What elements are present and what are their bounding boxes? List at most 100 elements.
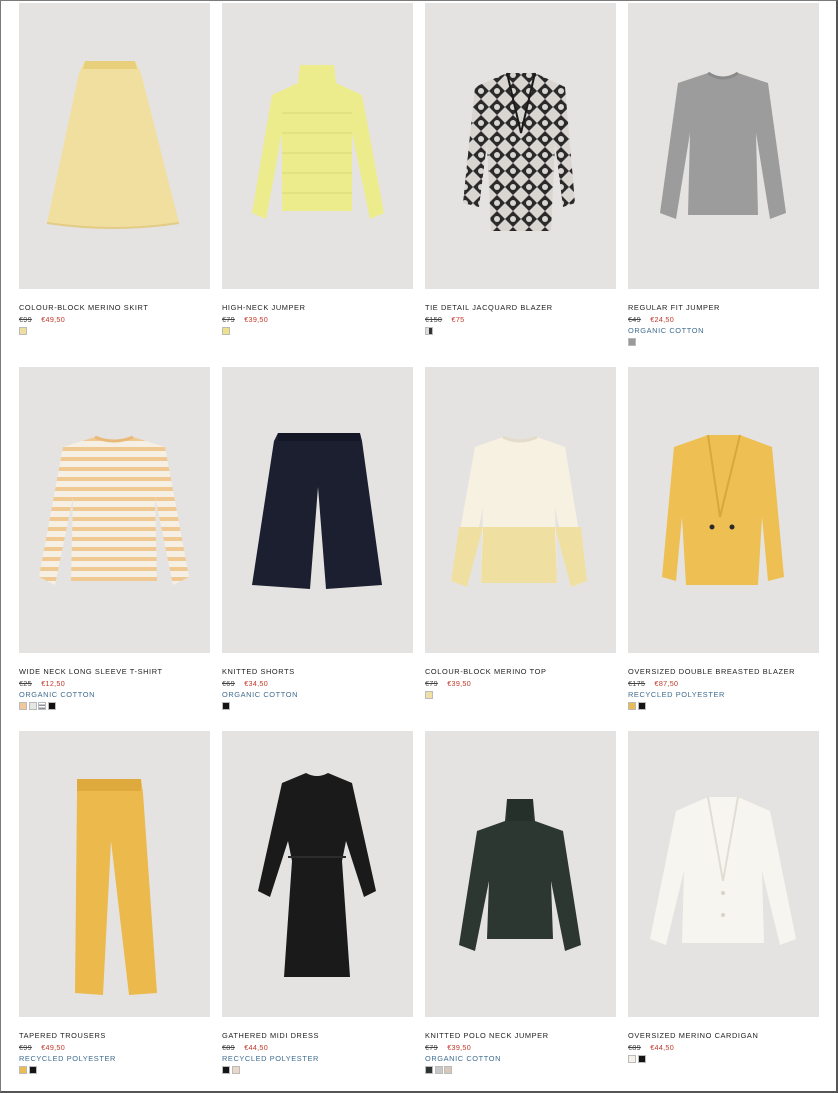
blazer-icon — [463, 72, 575, 231]
color-swatches — [222, 702, 413, 710]
sale-price: €39,50 — [244, 315, 269, 324]
color-swatch[interactable] — [444, 1066, 452, 1074]
color-swatch[interactable] — [231, 1066, 240, 1074]
product-image[interactable] — [628, 367, 819, 653]
shorts-icon — [252, 433, 382, 589]
color-swatches — [628, 338, 819, 346]
color-swatch[interactable] — [28, 702, 37, 710]
color-swatches — [19, 1066, 210, 1074]
price-row: €79 €39,50 — [425, 1043, 616, 1052]
product-name[interactable]: WIDE NECK LONG SLEEVE T-SHIRT — [19, 667, 210, 676]
sale-price: €87,50 — [654, 679, 679, 688]
product-card[interactable]: TAPERED TROUSERS €99 €49,50 RECYCLED POL… — [19, 731, 210, 1074]
product-image[interactable] — [628, 731, 819, 1017]
material-tag[interactable]: RECYCLED POLYESTER — [628, 690, 819, 699]
price-row: €150 €75 — [425, 315, 616, 324]
material-tag[interactable]: ORGANIC COTTON — [628, 326, 819, 335]
product-card[interactable]: COLOUR-BLOCK MERINO SKIRT €99 €49,50 — [19, 3, 210, 335]
color-swatches — [425, 327, 616, 335]
product-image[interactable] — [425, 731, 616, 1017]
product-image[interactable] — [19, 367, 210, 653]
product-image[interactable] — [425, 367, 616, 653]
product-card[interactable]: OVERSIZED DOUBLE BREASTED BLAZER €175 €8… — [628, 367, 819, 710]
top-icon — [451, 435, 587, 587]
product-name[interactable]: COLOUR-BLOCK MERINO TOP — [425, 667, 616, 676]
product-image[interactable] — [19, 3, 210, 289]
color-swatch[interactable] — [222, 1066, 230, 1074]
price-row: €99 €49,50 — [19, 1043, 210, 1052]
product-name[interactable]: KNITTED POLO NECK JUMPER — [425, 1031, 616, 1040]
color-swatches — [628, 702, 819, 710]
color-swatch[interactable] — [628, 1055, 636, 1063]
product-name[interactable]: OVERSIZED MERINO CARDIGAN — [628, 1031, 819, 1040]
jumper-icon — [252, 65, 384, 219]
product-name[interactable]: OVERSIZED DOUBLE BREASTED BLAZER — [628, 667, 819, 676]
dress-icon — [258, 773, 376, 977]
color-swatch[interactable] — [222, 327, 230, 335]
product-name[interactable]: TAPERED TROUSERS — [19, 1031, 210, 1040]
price-row: €49 €24,50 — [628, 315, 819, 324]
color-swatch[interactable] — [637, 702, 646, 710]
material-tag[interactable]: RECYCLED POLYESTER — [222, 1054, 413, 1063]
product-card[interactable]: TIE DETAIL JACQUARD BLAZER €150 €75 — [425, 3, 616, 335]
product-name[interactable]: TIE DETAIL JACQUARD BLAZER — [425, 303, 616, 312]
sale-price: €39,50 — [447, 679, 472, 688]
product-name[interactable]: COLOUR-BLOCK MERINO SKIRT — [19, 303, 210, 312]
color-swatch[interactable] — [425, 327, 433, 335]
material-tag[interactable]: ORGANIC COTTON — [222, 690, 413, 699]
color-swatch[interactable] — [28, 1066, 37, 1074]
original-price: €89 — [222, 1043, 235, 1052]
color-swatch[interactable] — [222, 702, 230, 710]
product-card[interactable]: HIGH-NECK JUMPER €79 €39,50 — [222, 3, 413, 335]
color-swatch[interactable] — [19, 327, 27, 335]
sale-price: €49,50 — [41, 315, 66, 324]
color-swatch[interactable] — [47, 702, 56, 710]
sale-price: €24,50 — [650, 315, 675, 324]
striped-tshirt-icon — [39, 435, 189, 585]
color-swatch[interactable] — [425, 1066, 433, 1074]
color-swatch[interactable] — [425, 691, 433, 699]
color-swatches — [628, 1055, 819, 1063]
product-card[interactable]: KNITTED POLO NECK JUMPER €79 €39,50 ORGA… — [425, 731, 616, 1074]
product-name[interactable]: HIGH-NECK JUMPER — [222, 303, 413, 312]
product-name[interactable]: KNITTED SHORTS — [222, 667, 413, 676]
product-card[interactable]: GATHERED MIDI DRESS €89 €44,50 RECYCLED … — [222, 731, 413, 1074]
material-tag[interactable]: ORGANIC COTTON — [19, 690, 210, 699]
price-row: €25 €12,50 — [19, 679, 210, 688]
product-image[interactable] — [222, 367, 413, 653]
product-card[interactable]: REGULAR FIT JUMPER €49 €24,50 ORGANIC CO… — [628, 3, 819, 346]
product-image[interactable] — [628, 3, 819, 289]
sale-price: €44,50 — [244, 1043, 269, 1052]
price-row: €89 €44,50 — [222, 1043, 413, 1052]
material-tag[interactable]: ORGANIC COTTON — [425, 1054, 616, 1063]
original-price: €99 — [19, 315, 32, 324]
color-swatch[interactable] — [19, 1066, 27, 1074]
product-image[interactable] — [222, 731, 413, 1017]
color-swatch[interactable] — [38, 702, 46, 710]
polo-neck-icon — [459, 799, 581, 951]
skirt-icon — [46, 61, 180, 229]
product-card[interactable]: WIDE NECK LONG SLEEVE T-SHIRT €25 €12,50… — [19, 367, 210, 710]
original-price: €79 — [425, 1043, 438, 1052]
product-image[interactable] — [19, 731, 210, 1017]
product-name[interactable]: REGULAR FIT JUMPER — [628, 303, 819, 312]
color-swatch[interactable] — [637, 1055, 646, 1063]
blazer-icon — [662, 434, 784, 585]
sale-price: €44,50 — [650, 1043, 675, 1052]
product-image[interactable] — [222, 3, 413, 289]
product-card[interactable]: COLOUR-BLOCK MERINO TOP €79 €39,50 — [425, 367, 616, 699]
color-swatch[interactable] — [628, 702, 636, 710]
product-card[interactable]: OVERSIZED MERINO CARDIGAN €89 €44,50 — [628, 731, 819, 1063]
original-price: €150 — [425, 315, 443, 324]
original-price: €175 — [628, 679, 646, 688]
sale-price: €49,50 — [41, 1043, 66, 1052]
product-image[interactable] — [425, 3, 616, 289]
color-swatch[interactable] — [628, 338, 636, 346]
color-swatches — [19, 702, 210, 710]
color-swatch[interactable] — [434, 1066, 443, 1074]
original-price: €79 — [425, 679, 438, 688]
product-card[interactable]: KNITTED SHORTS €69 €34,50 ORGANIC COTTON — [222, 367, 413, 710]
material-tag[interactable]: RECYCLED POLYESTER — [19, 1054, 210, 1063]
color-swatch[interactable] — [19, 702, 27, 710]
product-name[interactable]: GATHERED MIDI DRESS — [222, 1031, 413, 1040]
